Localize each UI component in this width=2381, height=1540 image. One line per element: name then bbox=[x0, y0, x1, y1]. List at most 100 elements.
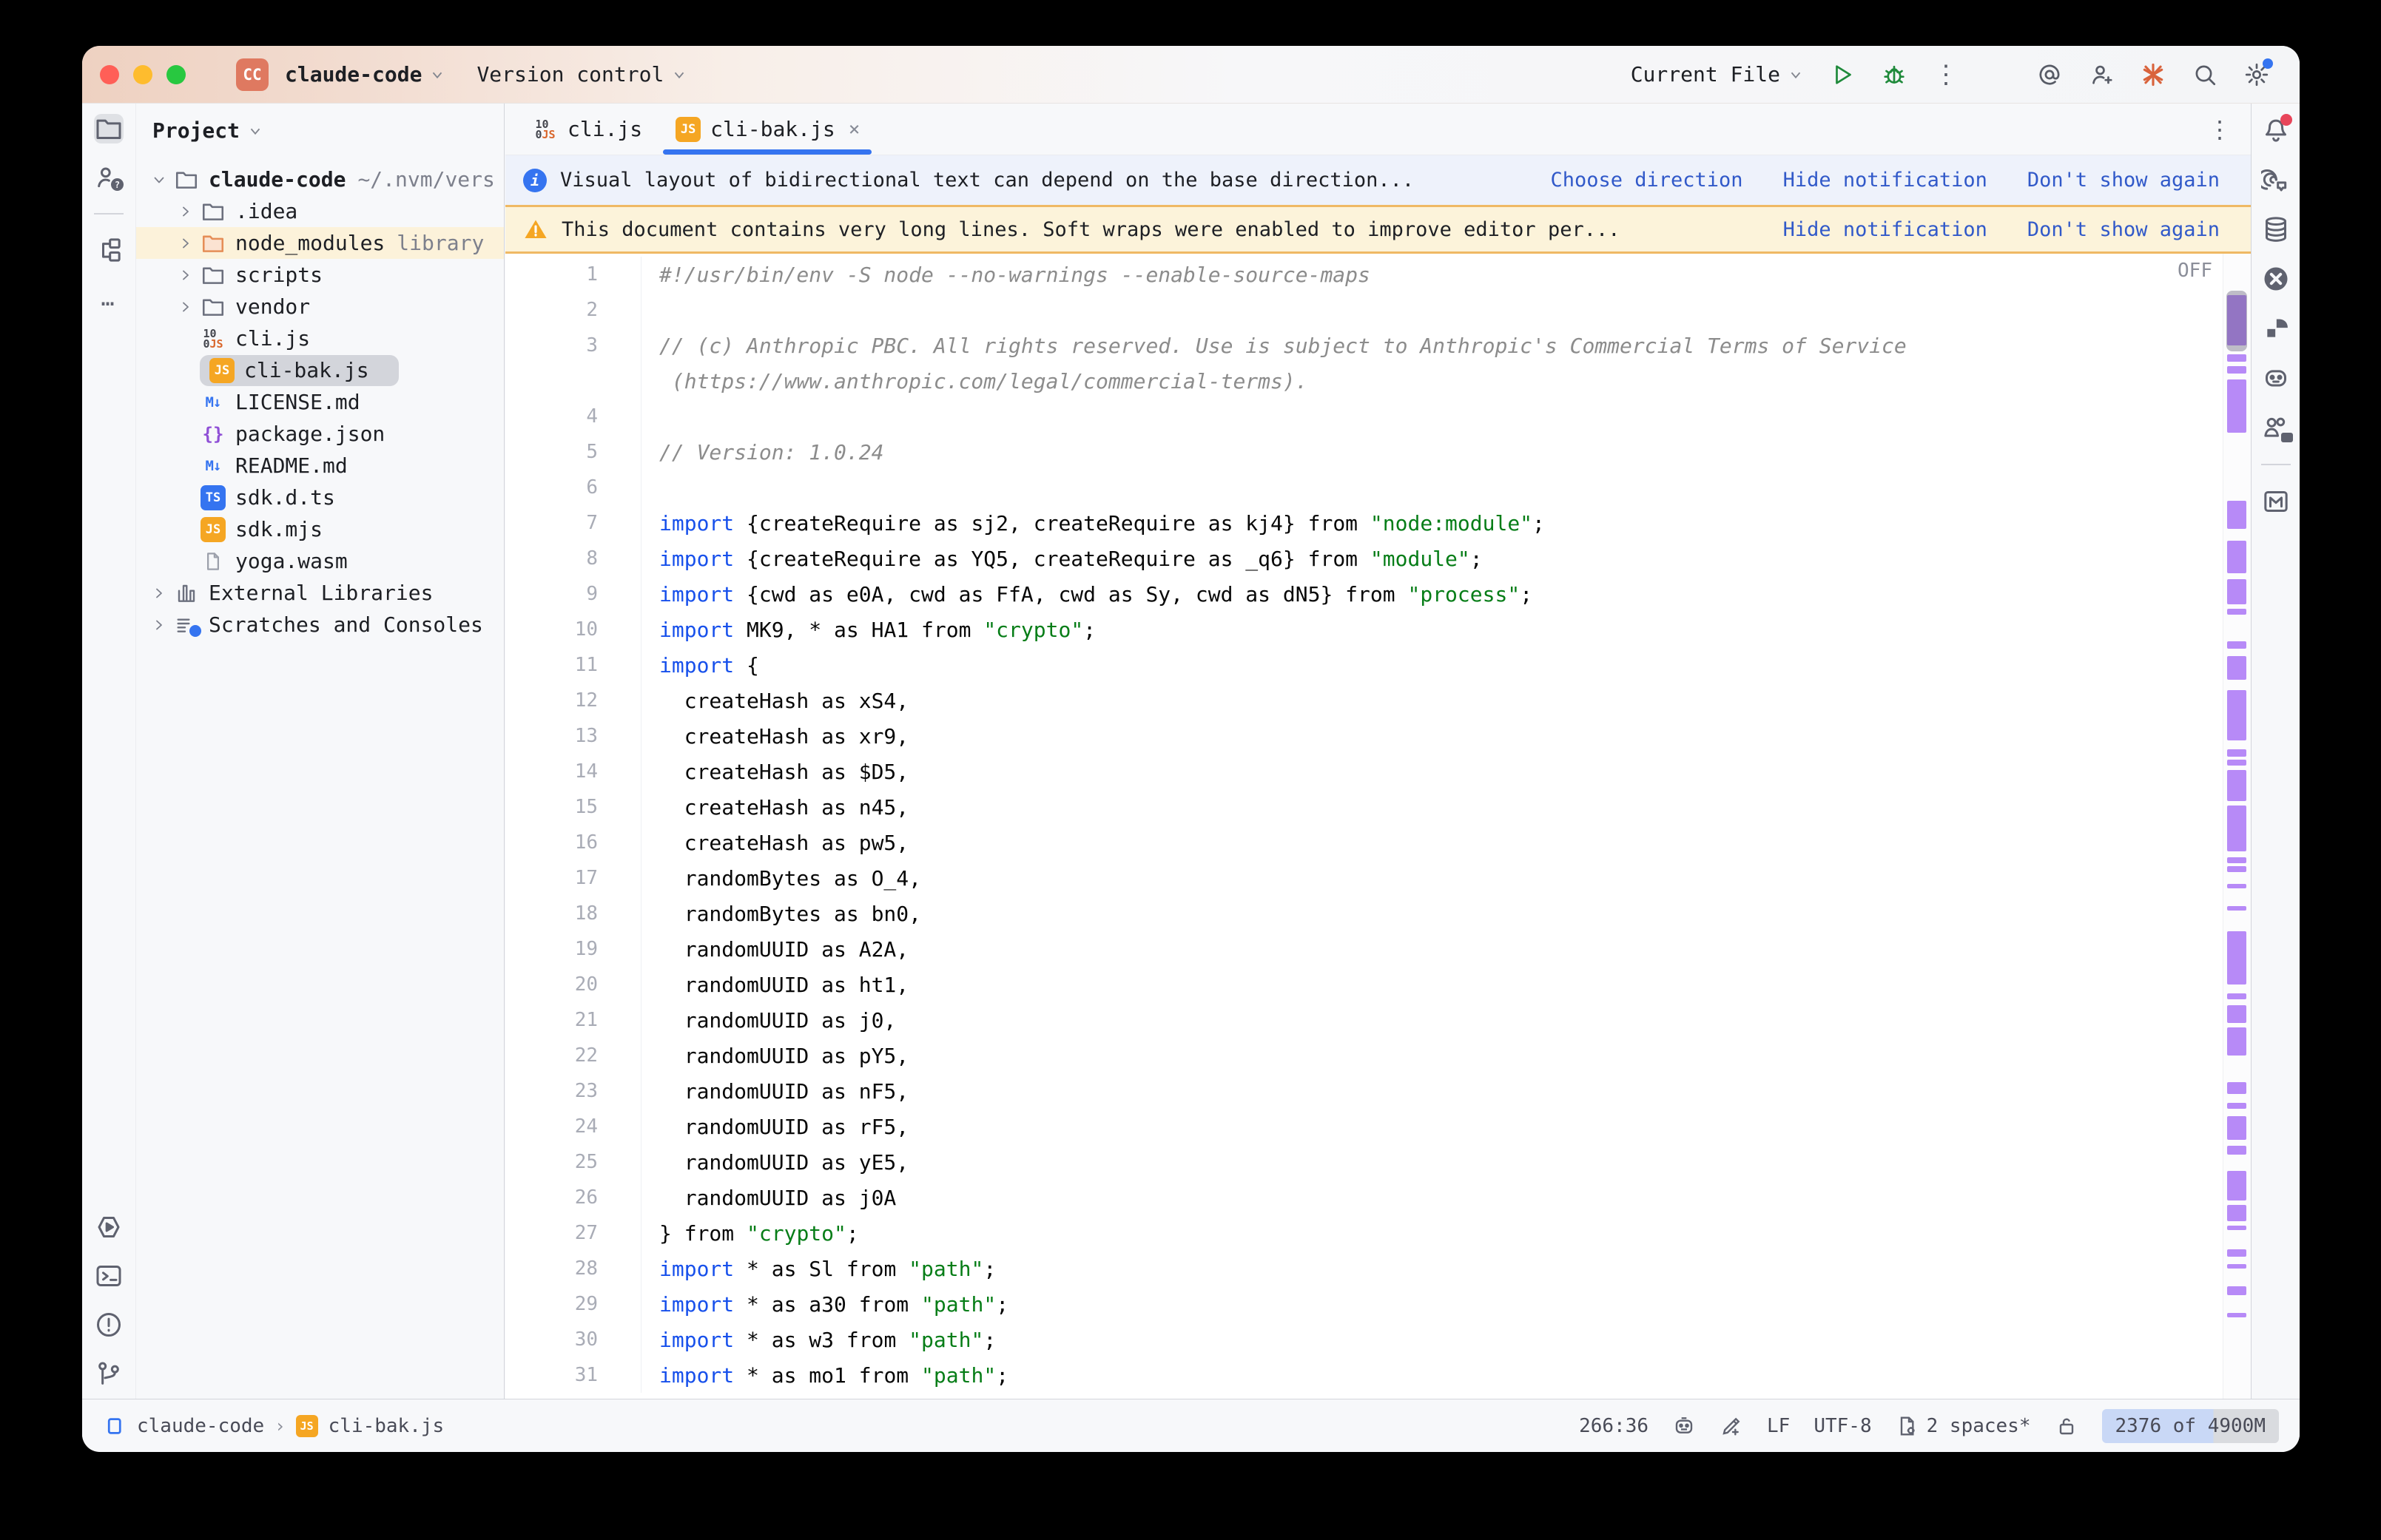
chevron-collapsed-icon[interactable] bbox=[172, 265, 200, 286]
banner-link-hide-notification[interactable]: Hide notification bbox=[1783, 218, 1987, 241]
code-line[interactable]: 29import * as a30 from "path"; bbox=[505, 1286, 2223, 1322]
code-line[interactable]: 26 randomUUID as j0A bbox=[505, 1180, 2223, 1215]
code-line[interactable]: 16 createHash as pw5, bbox=[505, 825, 2223, 860]
code-line[interactable]: 10import MK9, * as HA1 from "crypto"; bbox=[505, 612, 2223, 647]
code-line[interactable]: 1#!/usr/bin/env -S node --no-warnings --… bbox=[505, 257, 2223, 292]
git-branch-icon[interactable] bbox=[94, 1359, 124, 1388]
project-folder-icon[interactable] bbox=[94, 114, 124, 143]
structure-icon[interactable] bbox=[94, 235, 124, 265]
code-line[interactable]: 4 bbox=[505, 399, 2223, 434]
tree-item-claude-code[interactable]: claude-code~/.nvm/vers bbox=[136, 163, 504, 195]
code-line[interactable]: 8import {createRequire as YQ5, createReq… bbox=[505, 541, 2223, 576]
chevron-collapsed-icon[interactable] bbox=[145, 583, 173, 604]
code-line[interactable]: 27} from "crypto"; bbox=[505, 1215, 2223, 1251]
code-line[interactable]: 3// (c) Anthropic PBC. All rights reserv… bbox=[505, 328, 2223, 363]
code-line[interactable]: 11import { bbox=[505, 647, 2223, 683]
tree-item-node-modules[interactable]: node_moduleslibrary bbox=[136, 227, 504, 259]
banner-link-don-t-show-again[interactable]: Don't show again bbox=[2027, 218, 2220, 241]
chevron-collapsed-icon[interactable] bbox=[172, 201, 200, 222]
chevron-collapsed-icon[interactable] bbox=[172, 297, 200, 317]
notifications-bell-icon[interactable] bbox=[2261, 115, 2291, 145]
code-line[interactable]: 17 randomBytes as O_4, bbox=[505, 860, 2223, 896]
code-line[interactable]: 25 randomUUID as yE5, bbox=[505, 1144, 2223, 1180]
ai-assistant-icon[interactable] bbox=[2261, 165, 2291, 195]
tree-item-cli-bak-js[interactable]: JScli-bak.js bbox=[136, 354, 504, 386]
tree-item-external-libraries[interactable]: External Libraries bbox=[136, 577, 504, 609]
tree-item-yoga-wasm[interactable]: yoga.wasm bbox=[136, 545, 504, 577]
debug-button[interactable] bbox=[1881, 61, 1907, 88]
indent-widget[interactable]: 2 spaces* bbox=[1896, 1414, 2031, 1438]
add-user-icon[interactable] bbox=[2088, 61, 2115, 88]
more-icon[interactable]: … bbox=[94, 284, 124, 314]
tree-item-license-md[interactable]: M↓LICENSE.md bbox=[136, 386, 504, 418]
tab-options-icon[interactable]: ⋮ bbox=[2208, 104, 2251, 155]
banner-link-don-t-show-again[interactable]: Don't show again bbox=[2027, 169, 2220, 192]
code-line[interactable]: 19 randomUUID as A2A, bbox=[505, 931, 2223, 967]
breadcrumb-project[interactable]: claude-code bbox=[137, 1415, 264, 1437]
tree-item-cli-js[interactable]: 100JScli.js bbox=[136, 322, 504, 354]
run-configuration-widget[interactable]: Current File bbox=[1631, 62, 1804, 87]
breadcrumb-file[interactable]: cli-bak.js bbox=[329, 1415, 445, 1437]
code-line[interactable]: (https://www.anthropic.com/legal/commerc… bbox=[505, 363, 2223, 399]
settings-icon[interactable] bbox=[2243, 61, 2270, 88]
tree-item-sdk-mjs[interactable]: JSsdk.mjs bbox=[136, 513, 504, 545]
minimize-window-button[interactable] bbox=[133, 65, 152, 84]
run-button[interactable] bbox=[1829, 61, 1856, 88]
code-line[interactable]: 12 createHash as xS4, bbox=[505, 683, 2223, 718]
tree-item-readme-md[interactable]: M↓README.md bbox=[136, 450, 504, 482]
tree-item-scratches-and-consoles[interactable]: Scratches and Consoles bbox=[136, 609, 504, 641]
code-line[interactable]: 24 randomUUID as rF5, bbox=[505, 1109, 2223, 1144]
encoding-widget[interactable]: UTF-8 bbox=[1813, 1415, 1871, 1437]
tree-item-sdk-d-ts[interactable]: TSsdk.d.ts bbox=[136, 482, 504, 513]
terminal-icon[interactable] bbox=[94, 1261, 124, 1291]
code-line[interactable]: 9import {cwd as e0A, cwd as FfA, cwd as … bbox=[505, 576, 2223, 612]
caret-position-widget[interactable]: 266:36 bbox=[1579, 1415, 1648, 1437]
tree-item-vendor[interactable]: vendor bbox=[136, 291, 504, 322]
chevron-expanded-icon[interactable] bbox=[145, 169, 173, 190]
code-line[interactable]: 6 bbox=[505, 470, 2223, 505]
markdown-icon[interactable] bbox=[2261, 487, 2291, 516]
code-line[interactable]: 13 createHash as xr9, bbox=[505, 718, 2223, 754]
memory-indicator[interactable]: 2376 of 4900M bbox=[2102, 1409, 2280, 1443]
unlocked-icon[interactable] bbox=[2055, 1414, 2078, 1438]
code-line[interactable]: 2 bbox=[505, 292, 2223, 328]
dependencies-icon[interactable] bbox=[2261, 314, 2291, 343]
more-vertical-icon[interactable]: ⋮ bbox=[1933, 61, 1959, 88]
at-icon[interactable] bbox=[2036, 61, 2063, 88]
code-line[interactable]: 21 randomUUID as j0, bbox=[505, 1002, 2223, 1038]
zoom-window-button[interactable] bbox=[166, 65, 186, 84]
code-line[interactable]: 31import * as mo1 from "path"; bbox=[505, 1357, 2223, 1393]
close-window-button[interactable] bbox=[100, 65, 119, 84]
tab-cli-js[interactable]: 100JS cli.js bbox=[516, 104, 659, 155]
code-line[interactable]: 18 randomBytes as bn0, bbox=[505, 896, 2223, 931]
tree-item--idea[interactable]: .idea bbox=[136, 195, 504, 227]
chevron-collapsed-icon[interactable] bbox=[145, 615, 173, 635]
code-editor[interactable]: 1#!/usr/bin/env -S node --no-warnings --… bbox=[505, 254, 2223, 1399]
tree-item-package-json[interactable]: {}package.json bbox=[136, 418, 504, 450]
ai-spark-icon[interactable] bbox=[2140, 61, 2166, 88]
scrollbar-thumb[interactable] bbox=[2226, 291, 2247, 351]
banner-link-hide-notification[interactable]: Hide notification bbox=[1783, 169, 1987, 192]
code-line[interactable]: 28import * as Sl from "path"; bbox=[505, 1251, 2223, 1286]
code-with-me-icon[interactable] bbox=[2261, 413, 2291, 442]
line-separator-widget[interactable]: LF bbox=[1767, 1415, 1790, 1437]
database-icon[interactable] bbox=[2261, 215, 2291, 244]
code-line[interactable]: 14 createHash as $D5, bbox=[505, 754, 2223, 789]
tab-cli-bak-js[interactable]: JS cli-bak.js × bbox=[659, 104, 876, 155]
project-widget[interactable]: claude-code bbox=[279, 62, 471, 87]
close-tab-icon[interactable]: × bbox=[849, 118, 861, 141]
code-line[interactable]: 20 randomUUID as ht1, bbox=[505, 967, 2223, 1002]
code-line[interactable]: 15 createHash as n45, bbox=[505, 789, 2223, 825]
code-line[interactable]: 23 randomUUID as nF5, bbox=[505, 1073, 2223, 1109]
chevron-collapsed-icon[interactable] bbox=[172, 233, 200, 254]
code-line[interactable]: 30import * as w3 from "path"; bbox=[505, 1322, 2223, 1357]
chevron-down-icon[interactable] bbox=[247, 123, 263, 139]
search-icon[interactable] bbox=[2192, 61, 2218, 88]
banner-link-choose-direction[interactable]: Choose direction bbox=[1550, 169, 1742, 192]
vcs-widget[interactable]: Version control bbox=[471, 62, 707, 87]
x-plugin-icon[interactable] bbox=[2261, 264, 2291, 294]
inspections-robot-icon[interactable] bbox=[1672, 1414, 1696, 1438]
pull-requests-icon[interactable]: ? bbox=[94, 163, 124, 192]
copilot-icon[interactable] bbox=[2261, 363, 2291, 393]
editor-scrollbar[interactable] bbox=[2223, 254, 2251, 1399]
